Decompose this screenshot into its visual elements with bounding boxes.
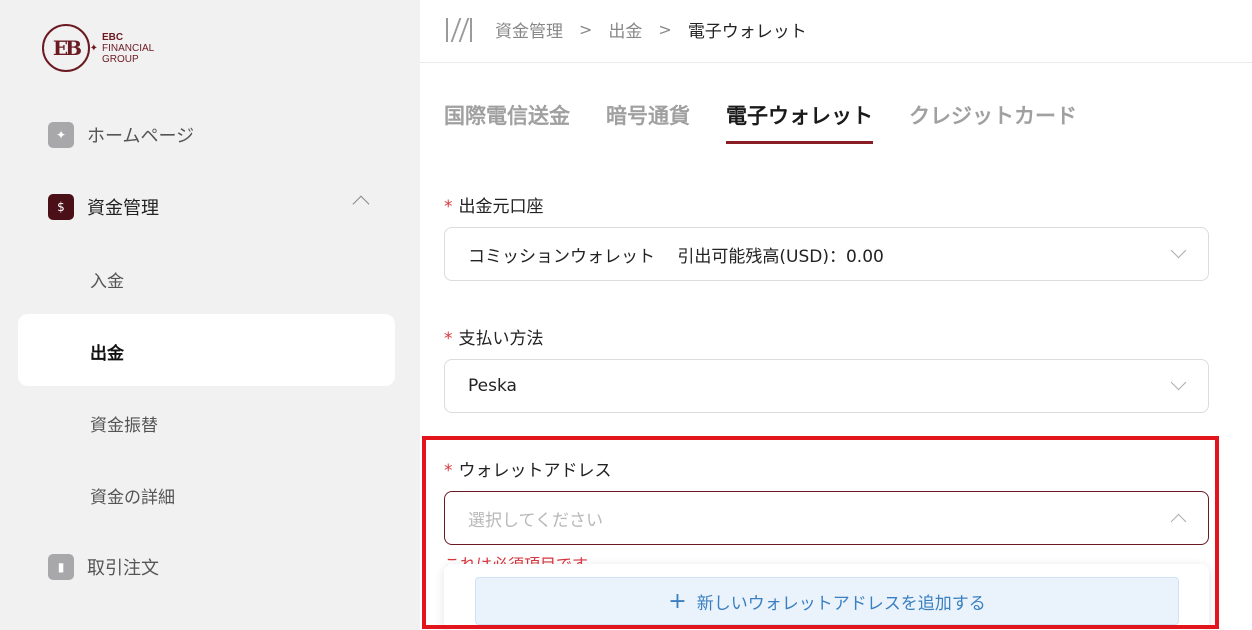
logo-line1: EBC	[102, 31, 124, 43]
source-account-label-text: 出金元口座	[458, 197, 544, 217]
sidebar-item-label: 資金管理	[87, 198, 159, 219]
payment-method-select[interactable]: Peska	[444, 359, 1209, 413]
sidebar-item-funds[interactable]: $ 資金管理	[48, 192, 159, 222]
add-wallet-address-button[interactable]: + 新しいウォレットアドレスを追加する	[475, 577, 1179, 625]
sidebar-subitem-details[interactable]: 資金の詳細	[90, 480, 175, 510]
source-account-label: * 出金元口座	[444, 192, 544, 217]
breadcrumb-item-current: 電子ウォレット	[687, 22, 807, 42]
breadcrumb: 資金管理 > 出金 > 電子ウォレット	[495, 17, 807, 42]
top-bar: 資金管理 > 出金 > 電子ウォレット	[420, 0, 1252, 63]
sidebar-subitem-withdraw[interactable]: 出金	[90, 336, 124, 366]
tab-crypto[interactable]: 暗号通貨	[606, 100, 690, 144]
chevron-down-icon	[1170, 242, 1187, 259]
chevron-right-icon: >	[658, 20, 672, 39]
home-icon: ✦	[48, 122, 74, 148]
logo-text: EBC FINANCIAL GROUP	[102, 32, 154, 65]
sidebar-subitem-deposit[interactable]: 入金	[90, 264, 124, 294]
chart-icon: ▮	[48, 554, 74, 580]
chevron-down-icon	[1170, 374, 1187, 391]
sidebar-item-label: ホームページ	[87, 126, 195, 147]
payment-tabs: 国際電信送金 暗号通貨 電子ウォレット クレジットカード	[444, 100, 1113, 144]
sidebar-subitem-label: 資金振替	[90, 415, 158, 436]
logo-mark-text: EB	[52, 36, 82, 60]
tab-credit-card[interactable]: クレジットカード	[909, 100, 1077, 144]
sparkle-icon: ✦	[89, 43, 98, 54]
tab-wire-transfer[interactable]: 国際電信送金	[444, 100, 570, 144]
payment-method-label-text: 支払い方法	[458, 329, 544, 349]
required-marker: *	[444, 197, 453, 217]
sidebar-item-trading[interactable]: ▮ 取引注文	[48, 552, 159, 582]
breadcrumb-item-withdraw[interactable]: 出金	[608, 17, 642, 42]
sidebar-subitem-label: 出金	[90, 343, 124, 364]
payment-method-value: Peska	[468, 376, 517, 396]
source-account-select[interactable]: コミッションウォレット 引出可能残高(USD)：0.00	[444, 227, 1209, 281]
logo-line2: FINANCIAL	[102, 42, 155, 54]
main-content: 資金管理 > 出金 > 電子ウォレット 国際電信送金 暗号通貨 電子ウォレット …	[420, 0, 1252, 630]
chevron-up-icon[interactable]	[352, 195, 370, 213]
required-marker: *	[444, 461, 453, 481]
chevron-up-icon	[1170, 513, 1187, 530]
tab-e-wallet[interactable]: 電子ウォレット	[726, 100, 873, 144]
sidebar-subitem-selected-bg	[18, 314, 395, 386]
collapse-sidebar-icon[interactable]	[446, 18, 472, 42]
logo-line3: GROUP	[102, 53, 139, 65]
plus-icon: +	[668, 588, 687, 614]
wallet-address-label: * ウォレットアドレス	[444, 456, 612, 481]
wallet-address-placeholder: 選択してください	[468, 510, 603, 531]
sidebar-subitem-label: 入金	[90, 271, 124, 292]
logo-mark: EB ✦	[42, 24, 98, 72]
sidebar-subitem-transfer[interactable]: 資金振替	[90, 408, 158, 438]
required-marker: *	[444, 329, 453, 349]
wallet-address-dropdown: + 新しいウォレットアドレスを追加する	[444, 564, 1209, 630]
wallet-address-select[interactable]: 選択してください	[444, 491, 1209, 545]
chevron-right-icon: >	[579, 20, 593, 39]
sidebar-subitem-label: 資金の詳細	[90, 487, 175, 508]
sidebar-item-label: 取引注文	[87, 558, 159, 579]
breadcrumb-item-funds[interactable]: 資金管理	[495, 17, 563, 42]
funds-icon: $	[48, 194, 74, 220]
sidebar-item-home[interactable]: ✦ ホームページ	[48, 120, 194, 150]
source-account-value: コミッションウォレット 引出可能残高(USD)：0.00	[468, 246, 884, 267]
add-wallet-address-label: 新しいウォレットアドレスを追加する	[696, 593, 986, 614]
wallet-address-label-text: ウォレットアドレス	[458, 461, 612, 481]
logo[interactable]: EB ✦ EBC FINANCIAL GROUP	[42, 24, 154, 72]
payment-method-label: * 支払い方法	[444, 324, 544, 349]
sidebar: EB ✦ EBC FINANCIAL GROUP ✦ ホームページ $ 資金管理…	[0, 0, 420, 630]
